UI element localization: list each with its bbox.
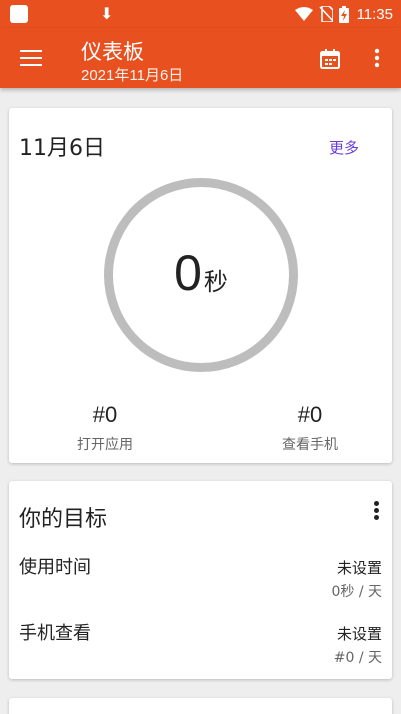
stat-apps-opened: #0 打开应用 bbox=[35, 402, 175, 454]
app-subtitle-date: 2021年11月6日 bbox=[81, 67, 184, 84]
goal-limit: 0秒 / 天 bbox=[331, 584, 382, 600]
download-icon: ⬇ bbox=[100, 4, 114, 23]
no-sim-icon bbox=[318, 6, 333, 22]
goal-name: 手机查看 bbox=[19, 623, 91, 644]
goals-card: 你的目标 使用时间 未设置 0秒 / 天 手机查看 未设置 #0 / 天 bbox=[9, 481, 392, 679]
usage-time: 0 秒 bbox=[104, 178, 298, 372]
next-card bbox=[9, 698, 392, 714]
menu-icon[interactable] bbox=[20, 50, 42, 66]
status-bar: ⬇ 11:35 bbox=[0, 0, 401, 28]
battery-charging-icon bbox=[338, 5, 349, 23]
goals-title: 你的目标 bbox=[19, 507, 108, 532]
stat-phone-checks: #0 查看手机 bbox=[240, 402, 380, 454]
stat-value: #0 bbox=[297, 402, 323, 427]
notification-icon bbox=[10, 5, 28, 23]
usage-time-unit: 秒 bbox=[203, 268, 228, 296]
summary-date: 11月6日 bbox=[19, 136, 105, 161]
stat-label: 打开应用 bbox=[77, 437, 133, 453]
calendar-icon[interactable] bbox=[318, 47, 342, 71]
stat-value: #0 bbox=[92, 402, 118, 427]
status-time: 11:35 bbox=[356, 5, 393, 23]
app-bar: 仪表板 2021年11月6日 bbox=[0, 28, 401, 88]
usage-time-value: 0 bbox=[174, 245, 202, 301]
more-link[interactable]: 更多 bbox=[329, 137, 359, 158]
stat-label: 查看手机 bbox=[282, 437, 338, 453]
status-icons: 11:35 bbox=[294, 5, 393, 23]
goal-limit: #0 / 天 bbox=[333, 650, 382, 666]
wifi-icon bbox=[294, 7, 313, 21]
goals-more-icon[interactable] bbox=[370, 501, 382, 523]
summary-card: 11月6日 更多 0 秒 #0 打开应用 #0 查看手机 bbox=[9, 108, 392, 463]
goal-name: 使用时间 bbox=[19, 557, 91, 578]
more-vert-icon[interactable] bbox=[365, 46, 389, 70]
app-title: 仪表板 bbox=[81, 40, 144, 64]
goal-row-phone-checks[interactable]: 手机查看 未设置 #0 / 天 bbox=[9, 619, 392, 675]
goal-status: 未设置 bbox=[336, 625, 382, 643]
goal-row-usage-time[interactable]: 使用时间 未设置 0秒 / 天 bbox=[9, 553, 392, 609]
goal-status: 未设置 bbox=[336, 559, 382, 577]
